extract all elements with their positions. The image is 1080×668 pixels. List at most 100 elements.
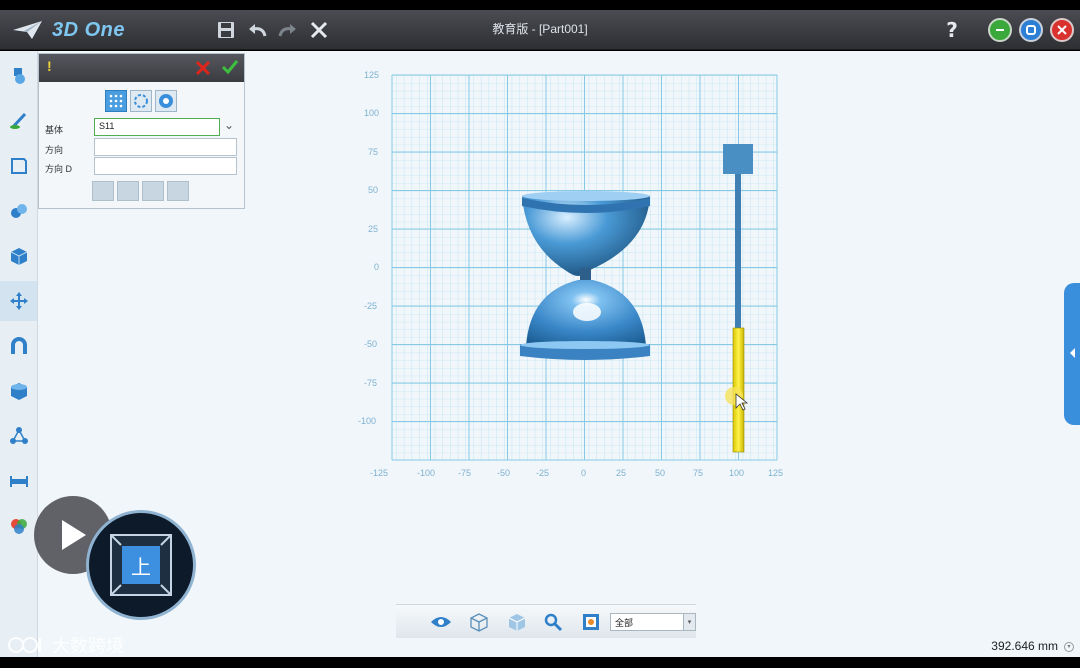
option-button-1[interactable]	[92, 181, 114, 201]
title-bar: 3D One 教育版 - [Part001] ?	[0, 10, 1080, 50]
filter-select-value: 全部	[615, 619, 634, 629]
base-dropdown-icon[interactable]: ⌄	[224, 118, 234, 132]
y-tick-label: 50	[368, 185, 378, 195]
display-toggle-button[interactable]	[430, 611, 452, 633]
delete-button[interactable]	[305, 16, 333, 44]
close-window-button[interactable]	[1050, 18, 1074, 42]
chevron-left-icon	[1070, 348, 1075, 358]
direction-field[interactable]	[94, 138, 237, 156]
y-tick-label: -100	[358, 416, 376, 426]
base-label: 基体	[45, 125, 64, 135]
combine-icon	[10, 337, 27, 354]
x-tick-label: 75	[693, 468, 703, 478]
save-icon	[218, 22, 234, 38]
play-icon	[62, 520, 86, 550]
panel-header: !	[39, 54, 244, 82]
x-tick-label: -50	[497, 468, 510, 478]
sketch-draw-icon	[9, 112, 26, 130]
option-button-3[interactable]	[142, 181, 164, 201]
restore-icon	[1026, 25, 1036, 35]
distance-measure-icon	[9, 476, 28, 487]
edit-sketch-icon	[10, 158, 27, 174]
view-settings-button[interactable]	[580, 611, 602, 633]
direction-d-field[interactable]	[94, 157, 237, 175]
chevron-down-icon[interactable]: ▾	[683, 614, 695, 630]
window-title: 教育版 - [Part001]	[492, 22, 588, 36]
sketch-shapes-tool[interactable]	[0, 56, 37, 96]
maximize-button[interactable]	[1019, 18, 1043, 42]
left-toolbar	[0, 51, 38, 657]
x-tick-label: -25	[536, 468, 549, 478]
move-icon	[9, 292, 28, 310]
x-axis-ticks: -125 -100 -75 -50 -25 0 25 50 75 100 125	[370, 468, 783, 478]
x-tick-label: -125	[370, 468, 388, 478]
confirm-icon[interactable]	[221, 59, 239, 75]
move-mode-dynamic-button[interactable]	[105, 90, 127, 112]
delete-icon	[310, 21, 328, 39]
minimize-button[interactable]	[988, 18, 1012, 42]
basic-editing-icon	[10, 248, 27, 265]
y-tick-label: 0	[374, 262, 379, 272]
view-settings-icon	[583, 614, 599, 630]
measurement-readout: 392.646 mm	[991, 639, 1058, 653]
redo-button[interactable]	[274, 16, 302, 44]
move-mode-align-button[interactable]	[155, 90, 177, 112]
base-field[interactable]: S11	[94, 118, 220, 136]
edit-sketch-tool[interactable]	[0, 146, 37, 186]
rotate-icon	[134, 94, 148, 108]
color-tool[interactable]	[0, 506, 37, 546]
view-cube-top-face[interactable]: 上	[122, 546, 160, 584]
app-logo-text: 3D One	[52, 18, 126, 41]
fillet-tool[interactable]	[0, 371, 37, 411]
filter-select[interactable]: 全部 ▾	[610, 613, 696, 631]
y-tick-label: -25	[364, 301, 377, 311]
basic-editing-tool[interactable]	[0, 236, 37, 276]
move-mode-rotate-button[interactable]	[130, 90, 152, 112]
right-panel-toggle[interactable]	[1064, 283, 1080, 425]
view-shaded-button[interactable]	[506, 611, 528, 633]
special-features-tool[interactable]	[0, 191, 37, 231]
unit-dropdown-icon[interactable]: ▾	[1064, 642, 1074, 652]
fillet-icon	[10, 383, 27, 400]
array-icon	[9, 427, 28, 444]
y-tick-label: -50	[364, 339, 377, 349]
grid-dots-icon	[109, 94, 123, 108]
minimize-icon	[996, 29, 1004, 31]
array-tool[interactable]	[0, 416, 37, 456]
status-bar: 392.646 mm ▾	[0, 635, 1080, 657]
y-tick-label: 125	[364, 70, 379, 80]
close-icon	[1057, 25, 1067, 35]
save-button[interactable]	[212, 16, 240, 44]
option-button-2[interactable]	[117, 181, 139, 201]
y-tick-label: -75	[364, 378, 377, 388]
zoom-button[interactable]	[542, 611, 564, 633]
warning-indicator: !	[47, 58, 52, 74]
direction-d-label: 方向 D	[45, 164, 73, 174]
option-button-4[interactable]	[167, 181, 189, 201]
x-tick-label: 100	[729, 468, 744, 478]
sketch-draw-tool[interactable]	[0, 101, 37, 141]
x-tick-label: -100	[417, 468, 435, 478]
special-features-icon	[10, 204, 27, 218]
cube-outline-icon	[470, 613, 488, 632]
y-tick-label: 75	[368, 147, 378, 157]
top-view-grid[interactable]: -125 -100 -75 -50 -25 0 25 50 75 100 125…	[350, 60, 795, 485]
view-wireframe-button[interactable]	[468, 611, 490, 633]
combine-tool[interactable]	[0, 326, 37, 366]
paper-plane-icon	[13, 21, 42, 39]
undo-button[interactable]	[243, 16, 271, 44]
eye-icon	[431, 617, 451, 627]
y-tick-label: 100	[364, 108, 379, 118]
cancel-icon[interactable]	[195, 60, 211, 76]
move-command-panel: ! 基体 S11 ⌄ 方向 方向 D	[38, 53, 245, 209]
undo-icon	[249, 24, 267, 37]
redo-icon	[278, 24, 296, 37]
view-cube[interactable]: 上	[86, 510, 196, 620]
x-tick-label: 50	[655, 468, 665, 478]
distance-measure-tool[interactable]	[0, 461, 37, 501]
x-tick-label: 25	[616, 468, 626, 478]
cube-shaded-icon	[508, 614, 526, 631]
color-icon	[10, 519, 27, 534]
move-tool[interactable]	[0, 281, 37, 321]
help-button[interactable]: ?	[938, 16, 966, 44]
